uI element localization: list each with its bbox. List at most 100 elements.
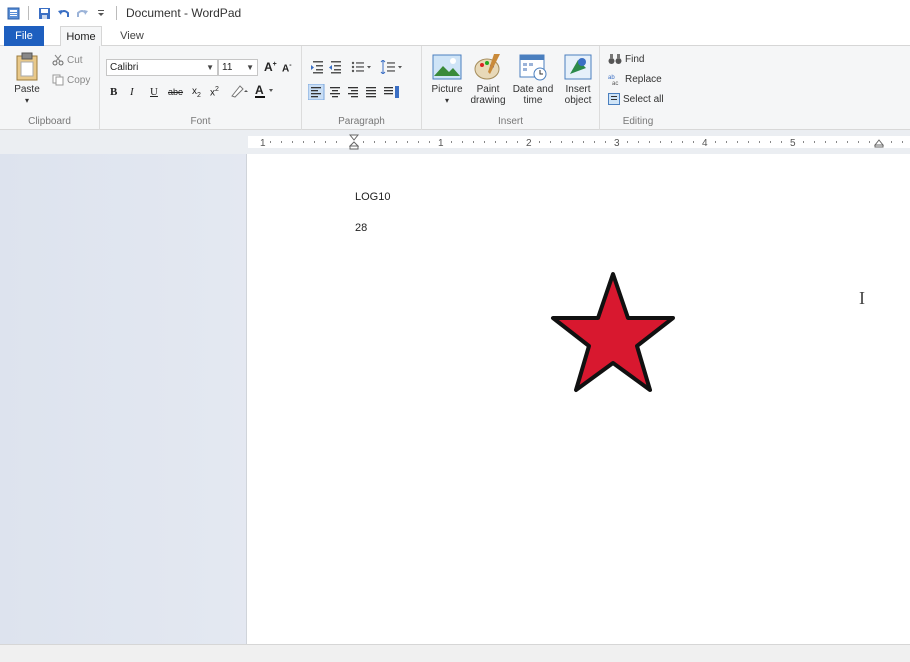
editing-group: Find ab ac Replace Select all Editing xyxy=(600,46,676,130)
calendar-clock-icon xyxy=(519,54,547,81)
date-time-label-2: time xyxy=(523,95,543,106)
picture-dropdown-arrow[interactable]: ▾ xyxy=(428,95,466,106)
paint-drawing-label-1: Paint xyxy=(476,84,500,95)
ruler-mark: 5 xyxy=(790,138,796,149)
select-all-icon xyxy=(608,93,620,105)
increase-indent-icon xyxy=(329,61,341,74)
insert-object-button[interactable]: Insert object xyxy=(558,52,598,106)
decrease-indent-icon xyxy=(311,61,323,74)
binoculars-icon xyxy=(608,54,622,64)
ruler-strip[interactable]: 1 1 2 3 4 5 xyxy=(248,134,910,150)
find-label: Find xyxy=(625,53,645,65)
customize-toolbar-icon[interactable] xyxy=(94,6,108,20)
ribbon-tabs: File Home View xyxy=(0,26,910,47)
grow-font-icon[interactable]: A+ xyxy=(264,60,277,74)
toolbar-separator xyxy=(116,6,117,20)
align-left-icon xyxy=(308,84,325,100)
star-polygon xyxy=(551,272,675,392)
find-button[interactable]: Find xyxy=(608,53,644,65)
status-bar xyxy=(0,644,910,662)
align-center-icon xyxy=(330,87,340,98)
highlight-color-icon[interactable] xyxy=(230,84,250,101)
ruler-mark: 2 xyxy=(526,138,532,149)
paragraph-settings-icon xyxy=(384,86,399,98)
underline-icon[interactable]: U xyxy=(150,86,158,98)
cut-button[interactable]: Cut xyxy=(52,54,83,66)
replace-icon: abac xyxy=(608,75,618,85)
document-line-2[interactable]: 28 xyxy=(355,222,367,234)
toolbar-separator xyxy=(28,6,29,20)
picture-icon xyxy=(432,54,462,80)
paste-label: Paste xyxy=(14,84,40,95)
undo-icon[interactable] xyxy=(56,6,70,20)
ruler-mark: 3 xyxy=(614,138,620,149)
picture-button[interactable]: Picture ▾ xyxy=(428,52,466,106)
ruler-mark: 4 xyxy=(702,138,708,149)
ruler: 1 1 2 3 4 5 xyxy=(0,130,910,154)
tab-home[interactable]: Home xyxy=(60,26,102,47)
font-color-icon[interactable]: A xyxy=(254,83,276,102)
right-indent-marker-icon[interactable] xyxy=(874,139,884,149)
paragraph-align-row xyxy=(308,84,399,100)
quick-access-toolbar xyxy=(6,6,120,20)
italic-icon[interactable]: I xyxy=(130,86,134,98)
scissors-icon xyxy=(52,54,64,66)
paragraph-top-row xyxy=(311,60,402,74)
justify-icon xyxy=(366,87,376,98)
font-family-value: Calibri xyxy=(110,62,139,73)
date-time-button[interactable]: Date and time xyxy=(510,52,556,106)
shrink-font-icon[interactable]: A- xyxy=(282,62,292,74)
window-title: Document - WordPad xyxy=(126,6,242,20)
copy-icon xyxy=(52,74,64,86)
svg-text:ac: ac xyxy=(612,81,618,85)
paste-button[interactable]: Paste ▾ xyxy=(10,52,44,106)
ribbon-home: Paste ▾ Cut Copy Clipboard Calibri ▼ 11 … xyxy=(0,46,910,130)
insert-object-icon xyxy=(564,54,592,80)
paint-drawing-button[interactable]: Paint drawing xyxy=(468,52,508,106)
tab-file[interactable]: File xyxy=(4,26,44,46)
chevron-down-icon: ▼ xyxy=(206,63,214,72)
font-group-label: Font xyxy=(190,116,211,127)
text-cursor-icon: I xyxy=(859,288,865,308)
paint-drawing-label-2: drawing xyxy=(470,95,506,106)
picture-label: Picture xyxy=(431,84,463,95)
font-group: Calibri ▼ 11 ▼ A+ A- B I U abe x2 x2 A F… xyxy=(100,46,302,130)
ruler-ticks xyxy=(270,141,903,143)
copy-button[interactable]: Copy xyxy=(52,74,90,86)
insert-object-label-2: object xyxy=(564,95,592,106)
document-page[interactable]: LOG10 28 I xyxy=(246,154,910,644)
left-indent-marker-icon[interactable] xyxy=(349,134,359,150)
font-family-select[interactable]: Calibri ▼ xyxy=(106,59,218,76)
insert-group: Picture ▾ Paint drawing Date and time In… xyxy=(422,46,600,130)
subscript-icon[interactable]: x2 xyxy=(192,86,201,99)
tab-view[interactable]: View xyxy=(112,26,152,46)
paste-icon xyxy=(16,52,38,81)
select-all-label: Select all xyxy=(623,93,664,105)
paragraph-group-label: Paragraph xyxy=(338,116,385,127)
date-time-label-1: Date and xyxy=(512,84,554,95)
superscript-icon[interactable]: x2 xyxy=(210,86,219,98)
svg-text:A: A xyxy=(255,83,264,97)
insert-group-label: Insert xyxy=(497,116,523,127)
replace-label: Replace xyxy=(625,73,662,85)
paste-dropdown-arrow[interactable]: ▾ xyxy=(10,95,44,106)
line-spacing-icon xyxy=(380,60,402,74)
strikethrough-icon[interactable]: abe xyxy=(168,87,183,97)
select-all-button[interactable]: Select all xyxy=(608,93,664,105)
chevron-down-icon: ▼ xyxy=(246,63,254,72)
ruler-mark: 1 xyxy=(260,138,266,149)
ruler-mark: 1 xyxy=(438,138,444,149)
wordpad-app-icon[interactable] xyxy=(6,6,20,20)
insert-object-label-1: Insert xyxy=(565,84,591,95)
star-shape[interactable] xyxy=(549,270,677,394)
font-size-select[interactable]: 11 ▼ xyxy=(218,59,258,76)
paragraph-group: Paragraph xyxy=(302,46,422,130)
paint-palette-icon xyxy=(474,54,500,80)
bold-icon[interactable]: B xyxy=(110,86,117,98)
align-right-icon xyxy=(348,87,358,98)
cut-label: Cut xyxy=(67,54,83,66)
document-line-1[interactable]: LOG10 xyxy=(355,191,390,203)
replace-button[interactable]: ab ac Replace xyxy=(608,73,662,86)
save-icon[interactable] xyxy=(37,6,51,20)
redo-icon[interactable] xyxy=(75,6,89,20)
